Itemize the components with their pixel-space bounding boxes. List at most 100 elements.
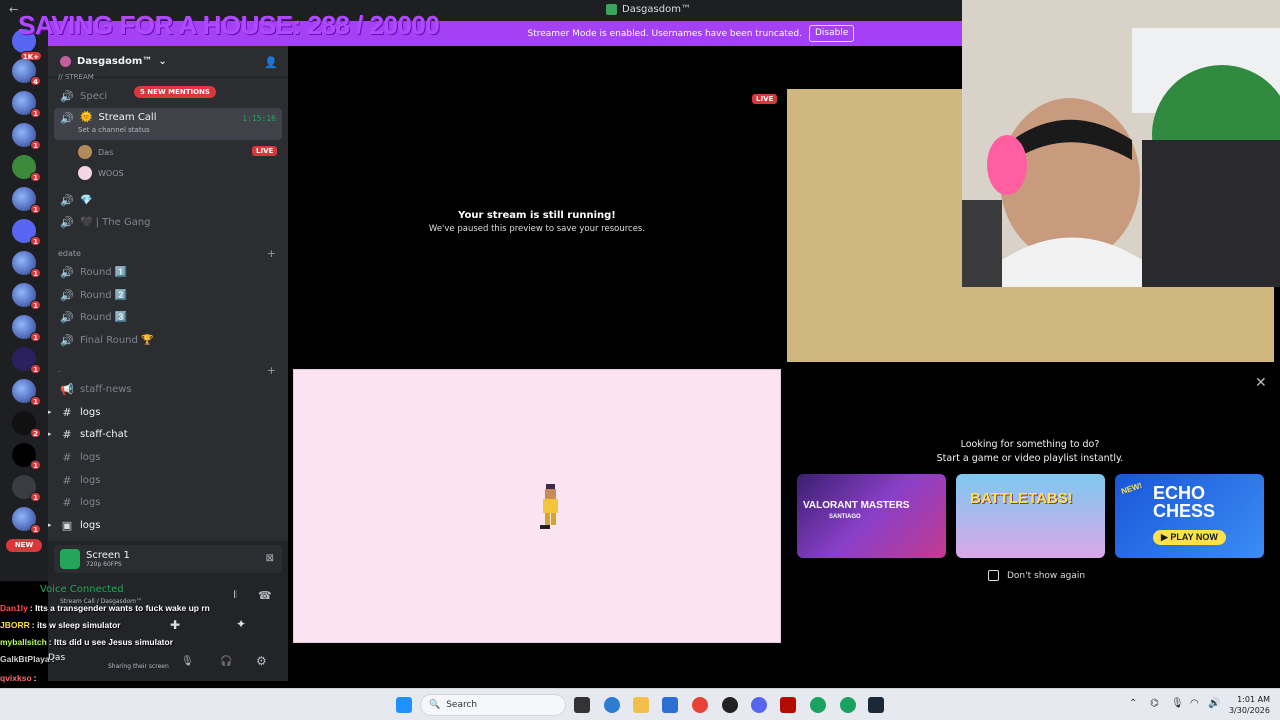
app-icon[interactable] <box>840 697 856 713</box>
activity-card-valorant[interactable]: VALORANT MASTERS SANTIAGO <box>797 474 946 558</box>
channel-label: Round 3️⃣ <box>80 311 128 323</box>
back-arrow-icon[interactable]: ← <box>9 3 18 16</box>
server-icon[interactable]: 1 <box>12 187 41 214</box>
close-icon[interactable]: ✕ <box>1255 375 1267 391</box>
new-mentions-badge[interactable]: 5 NEW MENTIONS <box>134 86 216 98</box>
card-title: ECHO CHESS <box>1153 483 1216 521</box>
server-icon[interactable]: 1 <box>12 507 41 534</box>
channel-logs[interactable]: # logs <box>54 470 282 490</box>
server-icon[interactable]: 1 <box>12 443 41 470</box>
forum-icon: ▣ <box>61 518 73 532</box>
server-icon[interactable]: 1 <box>12 475 41 502</box>
channel-round-1[interactable]: 🔊 Round 1️⃣ <box>54 262 282 282</box>
card-title: VALORANT MASTERS <box>803 500 910 511</box>
store-icon[interactable] <box>662 697 678 713</box>
server-icon[interactable]: 4 <box>12 59 41 86</box>
chat-username: qvixkso <box>0 673 32 683</box>
chat-username: Dan1ly <box>0 603 28 613</box>
wifi-icon[interactable]: ◠ <box>1190 698 1199 709</box>
channel-staff-news[interactable]: 📢 staff-news <box>54 379 282 399</box>
server-icon[interactable]: 1 <box>12 347 41 374</box>
server-icon[interactable]: 1 <box>12 283 41 310</box>
server-icon[interactable]: 1 <box>12 123 41 150</box>
activity-prompt: Looking for something to do? Start a gam… <box>790 438 1270 466</box>
server-icon[interactable]: 1 <box>12 219 41 246</box>
chat-message: Dan1ly: Itts a transgender wants to fuck… <box>0 600 290 617</box>
server-icon[interactable]: 1 <box>12 379 41 406</box>
chat-text: : <box>51 654 55 664</box>
task-view-icon[interactable] <box>574 697 590 713</box>
server-icon[interactable]: 2 <box>12 411 41 438</box>
chat-text: : <box>33 673 37 683</box>
play-now-button[interactable]: ▶ PLAY NOW <box>1153 530 1226 545</box>
activity-card-battletabs[interactable]: BATTLETABS! <box>956 474 1105 558</box>
file-explorer-icon[interactable] <box>633 697 649 713</box>
category-edate[interactable]: edate <box>58 249 81 258</box>
taskbar-search[interactable]: 🔍 Search <box>420 694 566 716</box>
voice-channel-icon: 🔊 <box>60 215 74 229</box>
screen-share-row[interactable]: Screen 1 720p 60FPS ⊠ <box>54 545 282 573</box>
channel-staff-chat[interactable]: ▸ # staff-chat <box>48 424 282 444</box>
live-badge: LIVE <box>752 94 778 104</box>
server-icon[interactable]: 1 <box>12 251 41 278</box>
steam-icon[interactable] <box>868 697 884 713</box>
hash-icon: # <box>62 427 72 441</box>
channel-label: logs <box>80 451 101 463</box>
acrobat-icon[interactable] <box>780 697 796 713</box>
invite-people-icon[interactable]: 👤 <box>264 56 278 69</box>
channel-emoji: 🌞 <box>80 112 93 123</box>
channel-round-2[interactable]: 🔊 Round 2️⃣ <box>54 285 282 305</box>
voice-channel-icon: 🔊 <box>60 310 74 324</box>
voice-user[interactable]: Das <box>78 143 113 161</box>
channel-diamond[interactable]: 🔊 💎 <box>54 190 282 210</box>
dont-show-again-checkbox[interactable]: Don't show again <box>988 570 1085 581</box>
channel-logs[interactable]: ▸ # logs <box>48 402 282 422</box>
server-icon[interactable]: 1 <box>12 155 41 182</box>
channel-final-round[interactable]: 🔊 Final Round 🏆 <box>54 330 282 350</box>
discord-icon[interactable] <box>751 697 767 713</box>
stop-share-icon[interactable]: ⊠ <box>266 553 274 564</box>
system-clock[interactable]: 1:01 AM 3/30/2026 <box>1226 694 1270 716</box>
channel-sidebar: Dasgasdom™ ⌄ 👤 // STREAM 🔊 Speci 5 NEW M… <box>48 46 288 581</box>
channel-the-gang[interactable]: 🔊 🖤 | The Gang <box>54 212 282 232</box>
network-icon[interactable]: ⌬ <box>1150 698 1159 709</box>
disable-streamer-mode-button[interactable]: Disable <box>809 25 855 42</box>
webcam-image <box>962 0 1280 287</box>
volume-icon[interactable]: 🔊 <box>1208 698 1220 709</box>
call-duration: 1:15:16 <box>242 114 276 123</box>
server-icon[interactable]: 1 <box>12 315 41 342</box>
new-servers-pill[interactable]: NEW <box>6 539 42 552</box>
voice-connected-label[interactable]: Voice Connected <box>40 584 124 595</box>
start-icon[interactable] <box>396 697 412 713</box>
category-unnamed[interactable]: . <box>58 365 61 374</box>
channel-label: Round 2️⃣ <box>80 289 128 301</box>
channel-label: logs <box>80 496 101 508</box>
microphone-icon[interactable]: 🎙 <box>1171 698 1184 709</box>
category-stream[interactable]: // STREAM <box>58 73 94 81</box>
chrome-icon[interactable] <box>692 697 708 713</box>
windows-taskbar: 🔍 Search ⌃ ⌬ 🎙 ◠ 🔊 1:01 AM 3/30/2026 <box>0 688 1280 720</box>
voice-channel-icon: 🔊 <box>60 112 74 125</box>
stream-paused-message: Your stream is still running! We've paus… <box>293 210 781 234</box>
checkbox-icon[interactable] <box>988 570 999 581</box>
channel-logs[interactable]: ▸ ▣ logs <box>48 515 282 535</box>
expand-arrow-icon: ▸ <box>48 408 52 416</box>
voice-user[interactable]: WOOS <box>78 164 124 182</box>
add-channel-icon[interactable]: + <box>267 247 276 260</box>
channel-logs[interactable]: # logs <box>54 447 282 467</box>
chat-text: : Itts a transgender wants to fuck wake … <box>29 603 210 613</box>
chevron-up-icon[interactable]: ⌃ <box>1129 698 1137 709</box>
app-icon[interactable] <box>810 697 826 713</box>
channel-status[interactable]: Set a channel status <box>78 126 150 134</box>
server-icon[interactable]: 1 <box>12 91 41 118</box>
activity-prompt-line2: Start a game or video playlist instantly… <box>936 453 1124 464</box>
activity-card-echo-chess[interactable]: NEW! ECHO CHESS ▶ PLAY NOW <box>1115 474 1264 558</box>
hash-icon: # <box>62 473 72 487</box>
add-channel-icon[interactable]: + <box>267 364 276 377</box>
channel-logs[interactable]: # logs <box>54 492 282 512</box>
app-icon[interactable] <box>722 697 738 713</box>
channel-stream-call[interactable]: 🔊 🌞 Stream Call 1:15:16 Set a channel st… <box>54 108 282 140</box>
edge-icon[interactable] <box>604 697 620 713</box>
channel-round-3[interactable]: 🔊 Round 3️⃣ <box>54 307 282 327</box>
channel-label: staff-news <box>80 383 132 395</box>
